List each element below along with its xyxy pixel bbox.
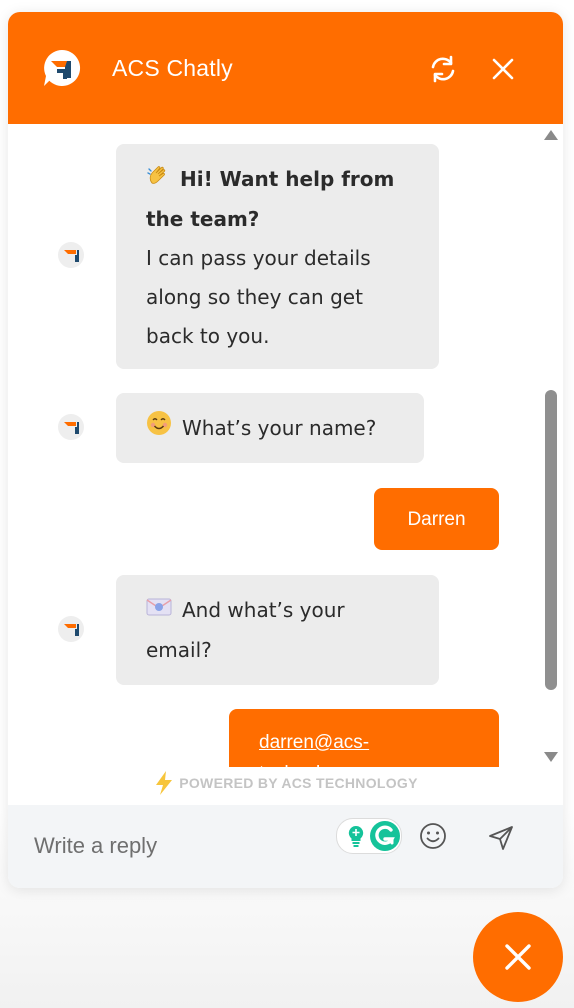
reply-input[interactable] [32,823,326,869]
envelope-icon [146,592,172,631]
message-heading: Hi! Want help from the team? [146,167,395,231]
close-icon[interactable] [486,52,520,86]
close-chat-button[interactable] [473,912,563,1002]
message-scrollbar[interactable] [543,130,559,770]
smiling-face-icon [146,410,172,449]
waving-hand-icon [146,161,170,200]
message-text: Darren [407,509,466,530]
refresh-icon[interactable] [426,52,460,86]
send-icon[interactable] [486,823,516,853]
message-text: And what’s your email? [146,598,345,662]
message-list: Hi! Want help from the team? I can pass … [8,124,563,767]
scroll-up-arrow-icon[interactable] [544,130,558,140]
lightning-bolt-icon [156,771,173,795]
bot-avatar [58,414,84,440]
scrollbar-thumb[interactable] [545,390,557,690]
chat-title: ACS Chatly [112,55,233,81]
message-text: What’s your name? [182,416,377,440]
user-message: darren@acs-technology.com [229,709,499,767]
close-icon [505,944,531,970]
user-message: Darren [374,488,499,550]
powered-by-text: POWERED BY ACS TECHNOLOGY [179,775,418,791]
scroll-down-arrow-icon[interactable] [544,752,558,762]
reply-footer [8,805,563,888]
grammarly-widget[interactable] [336,818,402,854]
bot-message: What’s your name? [116,393,424,463]
emoji-icon[interactable] [418,821,448,851]
bot-message: And what’s your email? [116,575,439,685]
email-link[interactable]: darren@acs-technology.com [259,732,391,767]
bot-avatar [58,616,84,642]
grammarly-icon[interactable] [369,820,401,852]
bot-message: Hi! Want help from the team? I can pass … [116,144,439,369]
message-text: I can pass your details along so they ca… [146,246,371,348]
chat-header: ACS Chatly [8,12,563,124]
chat-widget: ACS Chatly Hi! Want help from the team? [8,12,563,888]
bot-avatar [58,242,84,268]
acs-logo [44,49,81,86]
lightbulb-icon[interactable] [342,822,370,850]
powered-by: POWERED BY ACS TECHNOLOGY [8,770,563,804]
